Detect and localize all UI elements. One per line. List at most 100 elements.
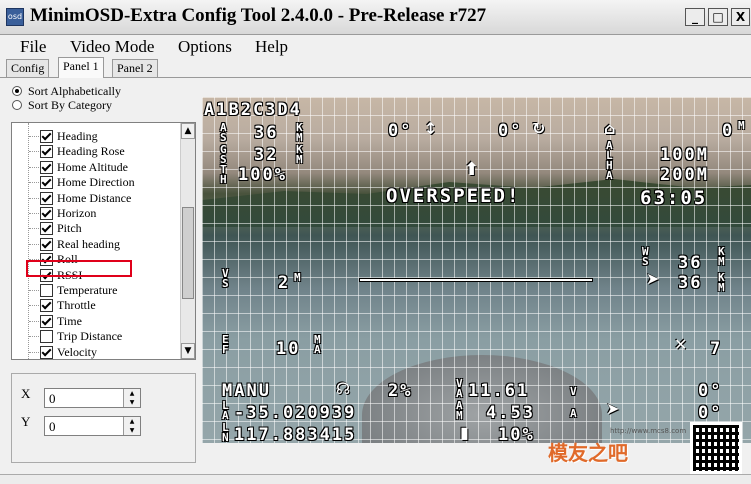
heading-arrow-icon: ➤ xyxy=(606,399,620,418)
osd-sats[interactable]: 7 xyxy=(710,339,722,359)
checkbox-unchecked-icon[interactable] xyxy=(40,330,53,344)
osd-wind-speed[interactable]: 36 xyxy=(678,253,702,273)
throttle-icon: TH xyxy=(220,163,227,186)
osd-latitude[interactable]: -35.020939 xyxy=(234,403,356,423)
panel-item-label: Home Direction xyxy=(57,175,135,190)
osd-pitch[interactable]: 0° xyxy=(388,121,412,141)
gps-sats-icon: ✕ xyxy=(674,335,688,354)
voltage-unit-icon: V xyxy=(570,385,577,398)
osd-flight-mode[interactable]: MANU xyxy=(222,381,271,401)
panel-item-row[interactable]: Temperature xyxy=(12,283,172,298)
panel-item-row[interactable]: Home Altitude xyxy=(12,160,172,175)
voltage-icon: VA xyxy=(456,377,463,400)
checkbox-checked-icon[interactable] xyxy=(40,222,53,236)
osd-preview[interactable]: A1B2C3D4 AS 36 KM GS 32 KM TH 100% 0° ↕ … xyxy=(202,97,751,443)
radio-unselected-icon xyxy=(12,100,22,110)
panel-items-list[interactable]: Heading Heading Rose Home Altitude Home Dir… xyxy=(11,122,196,360)
checkbox-unchecked-icon[interactable] xyxy=(40,284,53,297)
panel-item-row[interactable]: Time xyxy=(12,314,172,329)
osd-current[interactable]: 4.53 xyxy=(486,403,535,423)
y-input[interactable]: 0 ▲ ▼ xyxy=(44,416,141,436)
tree-branch xyxy=(29,320,39,322)
wind-unit-icon-2: KM xyxy=(718,271,725,294)
osd-heading-2[interactable]: 0° xyxy=(698,403,722,423)
menu-help[interactable]: Help xyxy=(255,37,288,57)
menu-options[interactable]: Options xyxy=(178,37,232,57)
checkbox-checked-icon[interactable] xyxy=(40,345,53,359)
panel-item-label: Throttle xyxy=(57,298,96,313)
osd-longitude[interactable]: 117.883415 xyxy=(234,425,356,443)
longitude-icon: LN xyxy=(222,421,229,443)
osd-voltage[interactable]: 11.61 xyxy=(468,381,529,401)
horizon-line xyxy=(360,279,592,281)
x-stepper-icon[interactable]: ▲ ▼ xyxy=(123,389,140,407)
osd-wind-speed-2[interactable]: 36 xyxy=(678,273,702,293)
panel-item-row[interactable]: Trip Distance xyxy=(12,329,172,344)
x-label: X xyxy=(21,386,31,401)
panel-item-row[interactable]: Pitch xyxy=(12,221,172,236)
pitch-icon: ↕ xyxy=(424,119,438,138)
scroll-thumb[interactable] xyxy=(182,207,194,299)
roll-icon: ↻ xyxy=(532,119,546,138)
checkbox-checked-icon[interactable] xyxy=(40,237,53,251)
osd-callsign[interactable]: A1B2C3D4 xyxy=(204,100,302,120)
home-altitude-icon: HA xyxy=(606,159,613,182)
groundspeed-icon: GS xyxy=(220,143,227,166)
tab-strip: Config Panel 1 Panel 2 xyxy=(0,57,751,78)
checkbox-checked-icon[interactable] xyxy=(40,207,53,220)
panel-item-row[interactable]: Velocity xyxy=(12,345,172,359)
sort-by-category-label: Sort By Category xyxy=(28,98,112,112)
wind-icon: WS xyxy=(642,245,649,268)
osd-home-distance[interactable]: 0 xyxy=(722,121,734,141)
osd-battery[interactable]: 10% xyxy=(498,425,535,443)
tab-config[interactable]: Config xyxy=(6,59,50,77)
scroll-down-icon[interactable]: ▼ xyxy=(181,343,195,359)
y-stepper-icon[interactable]: ▲ ▼ xyxy=(123,417,140,435)
checkbox-checked-icon[interactable] xyxy=(40,314,53,328)
panel-item-row[interactable]: Home Distance xyxy=(12,191,172,206)
osd-warning[interactable]: OVERSPEED! xyxy=(386,185,520,207)
panel-item-row[interactable]: Home Direction xyxy=(12,175,172,190)
osd-home-altitude[interactable]: 200M xyxy=(660,165,709,185)
panel-item-row[interactable]: Heading xyxy=(12,129,172,144)
osd-rssi[interactable]: 2% xyxy=(388,381,412,401)
checkbox-checked-icon[interactable] xyxy=(40,160,53,174)
osd-heading[interactable]: 0° xyxy=(698,381,722,401)
osd-airspeed[interactable]: 36 xyxy=(254,123,278,143)
scroll-up-icon[interactable]: ▲ xyxy=(181,123,195,139)
osd-time[interactable]: 63:05 xyxy=(640,187,707,209)
checkbox-checked-icon[interactable] xyxy=(40,191,53,205)
vertical-speed-icon: VS xyxy=(222,267,229,290)
menu-file[interactable]: File xyxy=(20,37,46,57)
checkbox-checked-icon[interactable] xyxy=(40,145,53,159)
osd-vertical-speed[interactable]: 2 xyxy=(278,273,290,293)
panel-item-row[interactable]: Horizon xyxy=(12,206,172,221)
tree-branch xyxy=(29,228,39,230)
osd-roll[interactable]: 0° xyxy=(498,121,522,141)
panel-item-row[interactable]: Heading Rose xyxy=(12,144,172,159)
checkbox-checked-icon[interactable] xyxy=(40,299,53,313)
menu-video-mode[interactable]: Video Mode xyxy=(70,37,154,57)
checkbox-checked-icon[interactable] xyxy=(40,130,53,143)
altitude-icon: AL xyxy=(606,139,613,162)
panel-item-row[interactable]: Real heading xyxy=(12,237,172,252)
x-input[interactable]: 0 ▲ ▼ xyxy=(44,388,141,408)
tab-panel-2[interactable]: Panel 2 xyxy=(112,59,158,77)
close-button[interactable]: X xyxy=(731,8,750,26)
panel-item-row[interactable]: Throttle xyxy=(12,298,172,313)
checkbox-checked-icon[interactable] xyxy=(40,176,53,190)
menu-bar: File Video Mode Options Help xyxy=(0,35,751,57)
sort-alphabetically-radio[interactable]: Sort Alphabetically xyxy=(12,84,121,99)
minimize-button[interactable]: _ xyxy=(685,8,705,26)
panel-item-label: Horizon xyxy=(57,206,97,220)
maximize-button[interactable]: □ xyxy=(708,8,728,26)
osd-efficiency[interactable]: 10 xyxy=(276,339,300,359)
tab-panel-1[interactable]: Panel 1 xyxy=(58,57,104,78)
osd-groundspeed[interactable]: 32 xyxy=(254,145,278,165)
osd-throttle[interactable]: 100% xyxy=(238,165,287,185)
osd-altitude[interactable]: 100M xyxy=(660,145,709,165)
tree-branch xyxy=(29,351,39,353)
tree-branch xyxy=(29,166,39,168)
vertical-scrollbar[interactable]: ▲ ▼ xyxy=(180,123,195,359)
sort-by-category-radio[interactable]: Sort By Category xyxy=(12,98,112,113)
